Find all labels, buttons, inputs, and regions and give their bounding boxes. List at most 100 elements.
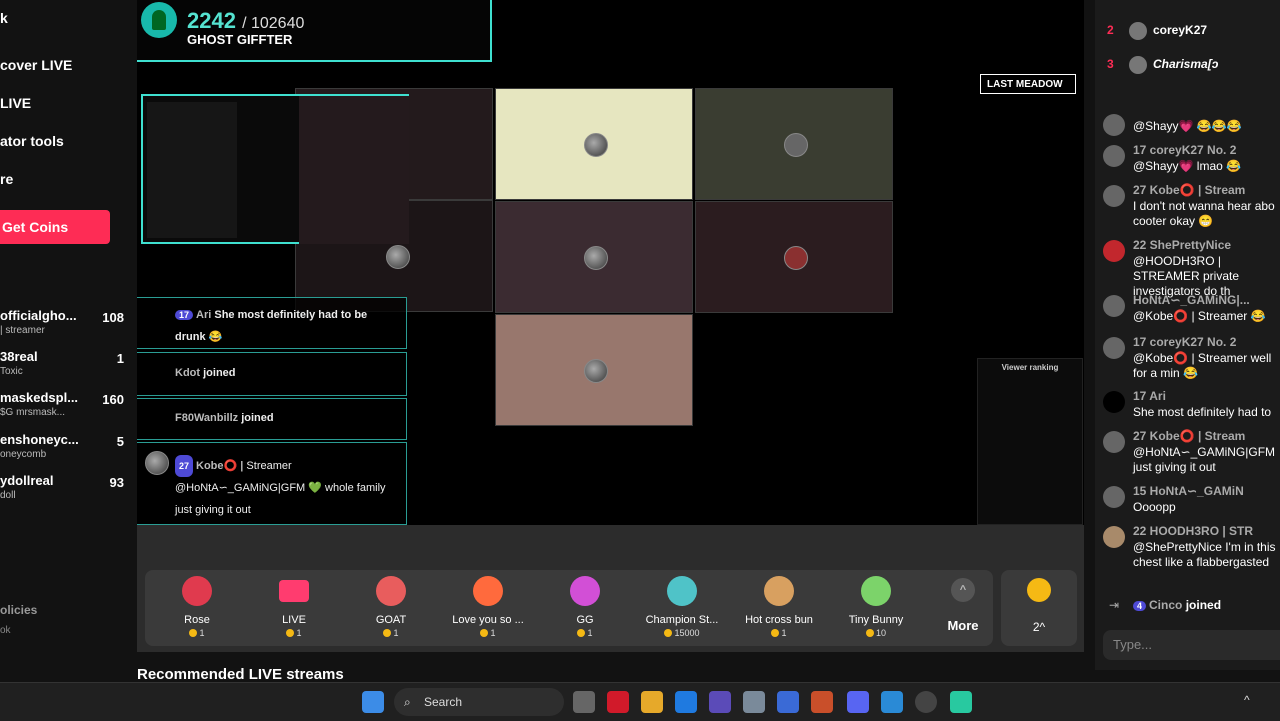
join-icon: ⇥ bbox=[1109, 598, 1120, 612]
heart-icon bbox=[473, 576, 503, 606]
gift-bar: Rose 1 LIVE 1 GOAT 1 Love you so ... 1 G… bbox=[137, 525, 1084, 652]
more-gifts-button[interactable]: ^ More bbox=[933, 570, 993, 646]
shared-video bbox=[299, 96, 409, 244]
user-avatar bbox=[1103, 486, 1125, 508]
get-coins-button[interactable]: Get Coins bbox=[0, 210, 110, 244]
trophy-icon bbox=[667, 576, 697, 606]
rose-icon bbox=[182, 576, 212, 606]
video-tile bbox=[495, 201, 693, 313]
gift-tiny-bunny[interactable]: Tiny Bunny 10 bbox=[827, 570, 925, 646]
chat-input[interactable]: Type... bbox=[1103, 630, 1280, 660]
participant-avatar bbox=[584, 246, 608, 270]
gift-hot-cross-bun[interactable]: Hot cross bun 1 bbox=[730, 570, 828, 646]
live-icon bbox=[279, 580, 309, 602]
overlay-chat-join: Kdot joined bbox=[137, 352, 407, 396]
bunny-icon bbox=[861, 576, 891, 606]
tiktok-live-studio-icon[interactable] bbox=[950, 691, 972, 713]
level-badge: 27 bbox=[175, 455, 194, 477]
obs-icon[interactable] bbox=[915, 691, 937, 713]
participant-avatar bbox=[584, 359, 608, 383]
video-tile bbox=[695, 201, 893, 313]
ghost-icon bbox=[141, 2, 177, 38]
coin-icon bbox=[286, 629, 295, 637]
screen-share-overlay bbox=[141, 94, 409, 244]
user-avatar bbox=[1103, 114, 1125, 136]
viewer-ranking-panel: Viewer ranking bbox=[977, 358, 1083, 525]
user-avatar bbox=[1103, 240, 1125, 262]
video-tile bbox=[695, 88, 893, 200]
chevron-up-icon: ^ bbox=[951, 578, 975, 602]
user-avatar bbox=[1103, 337, 1125, 359]
chat-message: @Shayy💗 😂😂😂 bbox=[1103, 112, 1280, 136]
coin-icon bbox=[480, 629, 489, 637]
suggested-account[interactable]: 38real Toxic 1 bbox=[0, 349, 126, 385]
nav-item-foryou[interactable]: k bbox=[0, 10, 8, 26]
gift-love-you[interactable]: Love you so ... 1 bbox=[439, 570, 537, 646]
level-badge: 17 bbox=[175, 310, 194, 320]
suggested-account[interactable]: ydollreal doll 93 bbox=[0, 473, 126, 509]
video-tile bbox=[495, 88, 693, 200]
overlay-chat-message: 17 Ari She most definitely had to be drun… bbox=[137, 297, 407, 349]
discord-icon[interactable] bbox=[847, 691, 869, 713]
gift-gg[interactable]: GG 1 bbox=[536, 570, 634, 646]
gift-live[interactable]: LIVE 1 bbox=[245, 570, 343, 646]
live-video[interactable]: 2242 / 102640 GHOST GIFFTER LAST MEADOW … bbox=[137, 0, 1084, 525]
gg-icon bbox=[570, 576, 600, 606]
gift-goal-label: GHOST GIFFTER bbox=[187, 32, 293, 47]
coin-icon bbox=[771, 629, 780, 637]
ranking-row[interactable]: 2 coreyK27 bbox=[1107, 22, 1207, 40]
recommended-heading: Recommended LIVE streams bbox=[137, 666, 344, 683]
gift-champion-stadium[interactable]: Champion St... 15000 bbox=[633, 570, 731, 646]
coin-balance-button[interactable]: 2^ bbox=[1001, 570, 1077, 646]
gift-panel: Rose 1 LIVE 1 GOAT 1 Love you so ... 1 G… bbox=[145, 570, 993, 646]
store-icon[interactable] bbox=[675, 691, 697, 713]
user-avatar bbox=[1103, 185, 1125, 207]
chevron-up-icon[interactable]: ^ bbox=[1244, 693, 1250, 707]
nav-item-more[interactable]: re bbox=[0, 171, 13, 187]
coin-icon bbox=[577, 629, 586, 637]
footer-policies-link[interactable]: olicies bbox=[0, 603, 37, 617]
coin-icon bbox=[189, 629, 198, 637]
participant-avatar bbox=[784, 133, 808, 157]
suggested-account[interactable]: maskedspl... $G mrsmask... 160 bbox=[0, 390, 126, 426]
ranking-row[interactable]: 3 Charisma[ↄ bbox=[1107, 56, 1218, 74]
vpn-icon[interactable] bbox=[709, 691, 731, 713]
gift-goal-banner: 2242 / 102640 GHOST GIFFTER bbox=[137, 0, 492, 62]
windows-start-icon[interactable] bbox=[362, 691, 384, 713]
footer-sub: ok bbox=[0, 625, 11, 636]
file-explorer-icon[interactable] bbox=[641, 691, 663, 713]
discord-panel bbox=[147, 102, 237, 238]
game-icon[interactable] bbox=[811, 691, 833, 713]
nav-item-live[interactable]: LIVE bbox=[0, 95, 31, 111]
user-avatar bbox=[1103, 391, 1125, 413]
chat-join-message: ⇥ 4 Cinco joined bbox=[1109, 598, 1222, 612]
avatar bbox=[1129, 22, 1147, 40]
participant-avatar bbox=[386, 245, 410, 269]
gift-goat[interactable]: GOAT 1 bbox=[342, 570, 440, 646]
adobe-icon[interactable] bbox=[607, 691, 629, 713]
taskbar-search[interactable]: ⌕ Search bbox=[394, 688, 564, 716]
avatar bbox=[1129, 56, 1147, 74]
coin-icon bbox=[865, 629, 874, 637]
suggested-account[interactable]: enshoneyc... oneycomb 5 bbox=[0, 432, 126, 468]
coin-icon bbox=[1027, 578, 1051, 602]
left-sidebar: k cover LIVE LIVE ator tools re Get Coin… bbox=[0, 0, 132, 680]
suggested-account[interactable]: officialgho... | streamer 108 bbox=[0, 308, 126, 344]
bun-icon bbox=[764, 576, 794, 606]
live-chat-panel: 2 coreyK27 3 Charisma[ↄ @Shayy💗 😂😂😂 17 cor… bbox=[1095, 0, 1280, 670]
gift-rose[interactable]: Rose 1 bbox=[148, 570, 246, 646]
app-icon[interactable] bbox=[777, 691, 799, 713]
user-avatar bbox=[1103, 145, 1125, 167]
nav-item-creator-tools[interactable]: ator tools bbox=[0, 133, 64, 149]
nav-item-discover-live[interactable]: cover LIVE bbox=[0, 57, 72, 73]
edge-icon[interactable] bbox=[881, 691, 903, 713]
settings-icon[interactable] bbox=[743, 691, 765, 713]
participant-avatar bbox=[784, 246, 808, 270]
coin-icon bbox=[383, 629, 392, 637]
gift-total: / 102640 bbox=[242, 15, 305, 32]
task-view-icon[interactable] bbox=[573, 691, 595, 713]
participant-avatar bbox=[584, 133, 608, 157]
user-avatar bbox=[1103, 295, 1125, 317]
user-avatar bbox=[1103, 526, 1125, 548]
coin-count: 2 bbox=[1032, 620, 1040, 634]
